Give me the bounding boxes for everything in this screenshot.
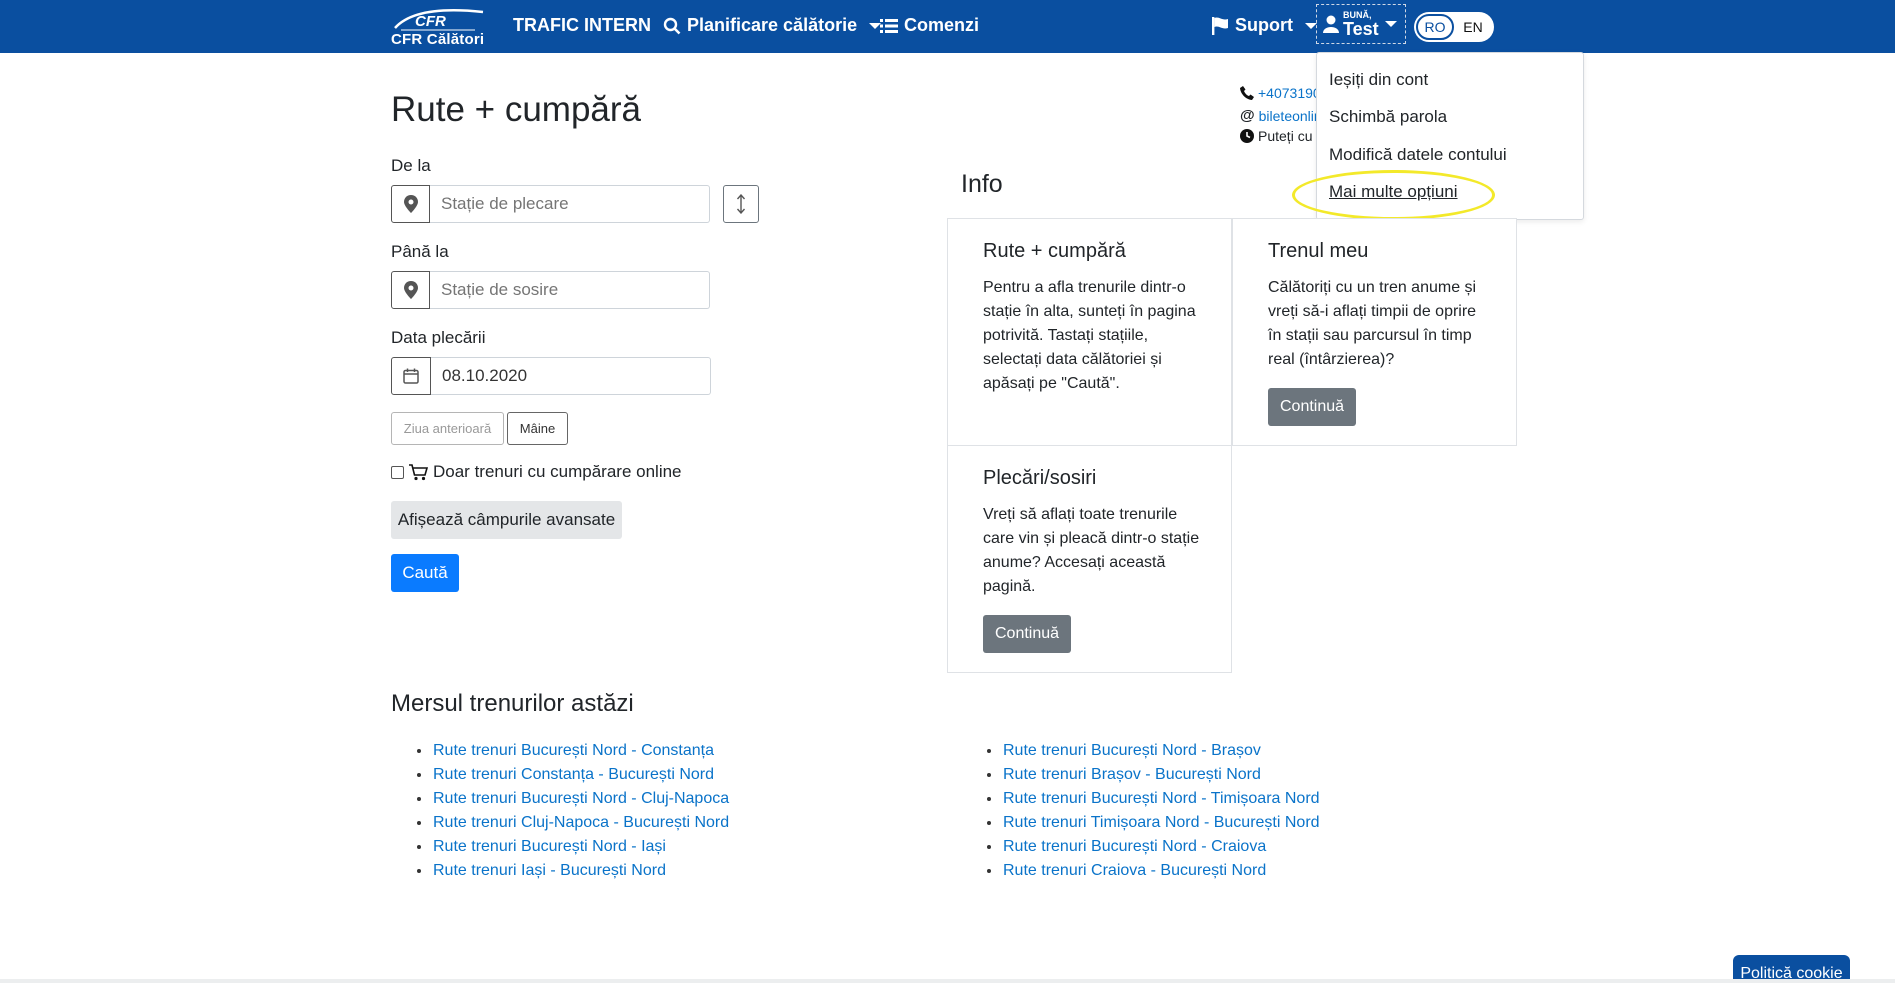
card-title: Rute + cumpără (983, 240, 1126, 262)
contact-hours: Puteți cu (1240, 128, 1312, 144)
route-list-right: Rute trenuri București Nord - Brașov Rut… (961, 739, 1320, 883)
route-link[interactable]: Rute trenuri București Nord - Timișoara … (1003, 790, 1320, 808)
map-marker-icon (391, 185, 430, 223)
list-item: Rute trenuri București Nord - Brașov (961, 739, 1320, 763)
swap-vertical-icon (736, 194, 746, 214)
phone-icon (1240, 86, 1254, 100)
list-item: Rute trenuri București Nord - Timișoara … (961, 787, 1320, 811)
nav-trafic-intern[interactable]: TRAFIC INTERN (513, 15, 651, 36)
nav-planificare[interactable]: Planificare călătorie (663, 15, 882, 36)
card-my-train: Trenul meu Călătoriți cu un tren anume ș… (1232, 218, 1517, 446)
shopping-cart-icon (409, 463, 428, 480)
list-item: Rute trenuri București Nord - Constanța (391, 739, 729, 763)
user-menu-button[interactable]: BUNĂ, Test (1316, 4, 1406, 44)
route-link[interactable]: Rute trenuri Iași - București Nord (433, 862, 666, 880)
lang-en[interactable]: EN (1454, 14, 1492, 40)
logo-text[interactable]: CFR Călători (391, 31, 484, 48)
tomorrow-button[interactable]: Mâine (507, 412, 568, 445)
list-item: Rute trenuri Timișoara Nord - București … (961, 811, 1320, 835)
route-link[interactable]: Rute trenuri Craiova - București Nord (1003, 862, 1266, 880)
list-item: Rute trenuri Craiova - București Nord (961, 859, 1320, 883)
route-link[interactable]: Rute trenuri București Nord - Cluj-Napoc… (433, 790, 729, 808)
top-navbar: CFR CFR Călători TRAFIC INTERN Planifica… (0, 0, 1895, 53)
from-label: De la (391, 156, 431, 175)
card-text: Călătoriți cu un tren anume și vreți să-… (1268, 279, 1477, 368)
page-title: Rute + cumpără (391, 90, 641, 129)
departure-date-input[interactable] (431, 357, 711, 395)
previous-day-button[interactable]: Ziua anterioară (391, 412, 504, 445)
contact-phone-link[interactable]: +4073190 (1258, 85, 1321, 101)
clock-icon (1240, 129, 1254, 143)
calendar-icon[interactable] (391, 357, 431, 395)
route-link[interactable]: Rute trenuri București Nord - Brașov (1003, 742, 1261, 760)
route-link[interactable]: Rute trenuri București Nord - Craiova (1003, 838, 1266, 856)
contact-phone: +4073190 (1240, 85, 1321, 101)
card-departures-arrivals: Plecări/sosiri Vreți să aflați toate tre… (947, 445, 1232, 673)
online-only-checkbox[interactable] (391, 465, 404, 479)
date-input-group (391, 357, 711, 395)
contact-email-link[interactable]: bileteonlin (1259, 108, 1322, 124)
route-link[interactable]: Rute trenuri București Nord - Iași (433, 838, 666, 856)
departures-continue-button[interactable]: Continuă (983, 615, 1072, 653)
swap-stations-button[interactable] (723, 185, 759, 223)
nav-comenzi[interactable]: Comenzi (880, 15, 979, 36)
flag-icon (1212, 16, 1228, 35)
menu-item-logout[interactable]: Ieșiți din cont (1329, 70, 1428, 90)
online-only-option: Doar trenuri cu cumpărare online (391, 462, 682, 482)
user-dropdown-menu: Ieșiți din cont Schimbă parola Modifică … (1316, 52, 1584, 220)
list-item: Rute trenuri Cluj-Napoca - București Nor… (391, 811, 729, 835)
arrival-station-input[interactable] (430, 271, 710, 309)
chevron-down-icon (1384, 21, 1397, 27)
route-link[interactable]: Rute trenuri Constanța - București Nord (433, 766, 714, 784)
menu-item-more-options[interactable]: Mai multe opțiuni (1329, 182, 1458, 202)
contact-email: @ bileteonlin (1240, 107, 1322, 124)
to-input-group (391, 271, 710, 309)
user-icon (1323, 15, 1339, 33)
menu-item-change-password[interactable]: Schimbă parola (1329, 107, 1447, 127)
language-toggle[interactable]: RO EN (1414, 12, 1494, 42)
list-item: Rute trenuri Brașov - București Nord (961, 763, 1320, 787)
date-label: Data plecării (391, 328, 486, 347)
search-button[interactable]: Caută (391, 554, 459, 592)
to-label: Până la (391, 242, 449, 261)
map-marker-icon (391, 271, 430, 309)
card-routes-buy: Rute + cumpără Pentru a afla trenurile d… (947, 218, 1232, 446)
route-link[interactable]: Rute trenuri București Nord - Constanța (433, 742, 714, 760)
card-text: Vreți să aflați toate trenurile care vin… (983, 506, 1200, 595)
svg-text:CFR: CFR (415, 13, 446, 30)
from-input-group (391, 185, 710, 223)
list-item: Rute trenuri București Nord - Iași (391, 835, 729, 859)
online-only-label[interactable]: Doar trenuri cu cumpărare online (433, 462, 682, 482)
search-icon (663, 17, 681, 34)
list-item: Rute trenuri București Nord - Craiova (961, 835, 1320, 859)
schedule-title: Mersul trenurilor astăzi (391, 690, 634, 717)
route-link[interactable]: Rute trenuri Cluj-Napoca - București Nor… (433, 814, 729, 832)
route-list-left: Rute trenuri București Nord - Constanța … (391, 739, 729, 883)
departure-station-input[interactable] (430, 185, 710, 223)
card-text: Pentru a afla trenurile dintr-o stație î… (983, 279, 1196, 392)
menu-item-edit-account[interactable]: Modifică datele contului (1329, 145, 1507, 165)
lang-ro[interactable]: RO (1416, 14, 1454, 40)
my-train-continue-button[interactable]: Continuă (1268, 388, 1357, 426)
list-item: Rute trenuri Constanța - București Nord (391, 763, 729, 787)
user-name: Test (1343, 18, 1379, 39)
list-item: Rute trenuri București Nord - Cluj-Napoc… (391, 787, 729, 811)
list-item: Rute trenuri Iași - București Nord (391, 859, 729, 883)
show-advanced-fields-button[interactable]: Afișează câmpurile avansate (391, 501, 622, 539)
card-title: Plecări/sosiri (983, 467, 1097, 489)
list-icon (880, 18, 898, 33)
at-icon: @ (1240, 107, 1255, 124)
card-title: Trenul meu (1268, 240, 1369, 262)
route-link[interactable]: Rute trenuri Brașov - București Nord (1003, 766, 1261, 784)
route-link[interactable]: Rute trenuri Timișoara Nord - București … (1003, 814, 1320, 832)
page-bottom-divider (0, 979, 1895, 983)
info-title: Info (961, 170, 1003, 198)
nav-suport[interactable]: Suport (1212, 15, 1317, 36)
